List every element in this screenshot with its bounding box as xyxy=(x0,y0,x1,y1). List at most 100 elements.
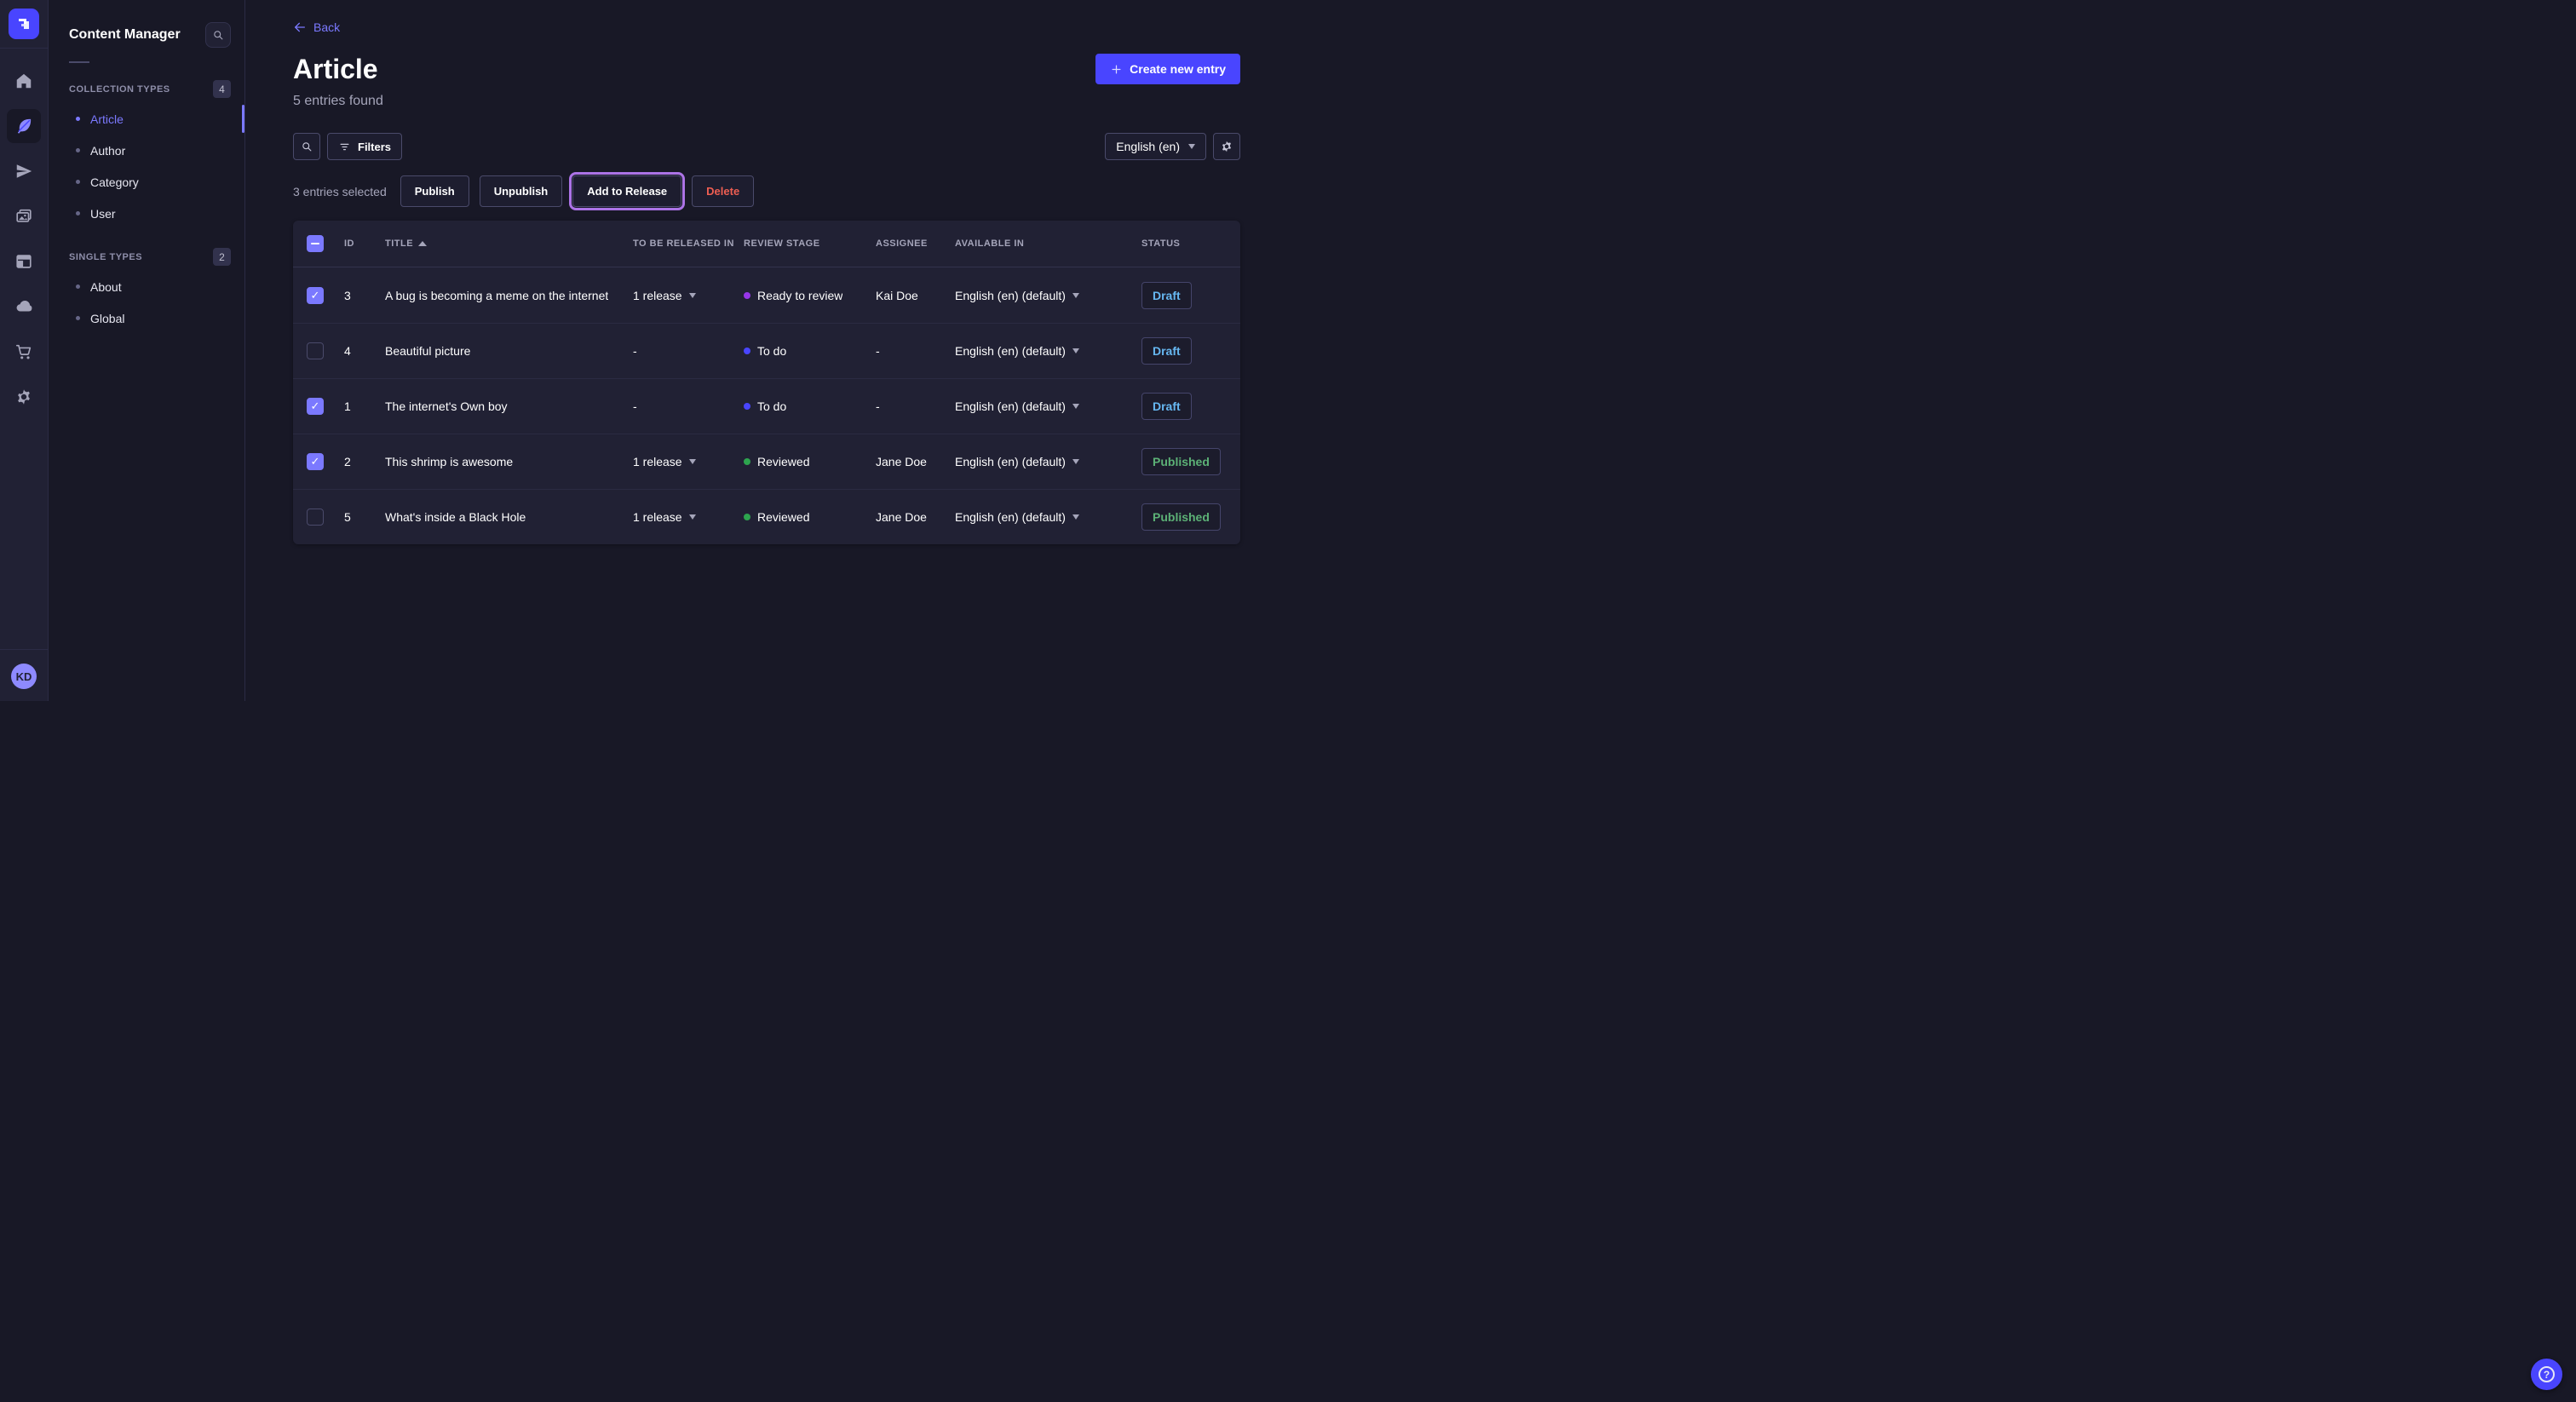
cell-available-in[interactable]: English (en) (default) xyxy=(955,344,1141,358)
cell-release[interactable]: - xyxy=(633,399,744,413)
column-available-in: AVAILABLE IN xyxy=(955,238,1141,249)
filters-button[interactable]: Filters xyxy=(327,133,402,160)
sidebar-search-button[interactable] xyxy=(205,22,231,48)
back-link[interactable]: Back xyxy=(293,20,340,34)
sidebar-item-article[interactable]: Article xyxy=(49,103,244,135)
status-badge: Draft xyxy=(1141,393,1192,420)
cell-release[interactable]: 1 release xyxy=(633,455,744,468)
nav-home-icon[interactable] xyxy=(7,64,41,98)
locale-select[interactable]: English (en) xyxy=(1105,133,1206,160)
rail-divider xyxy=(0,48,49,49)
publish-button[interactable]: Publish xyxy=(400,175,469,207)
cell-id: 3 xyxy=(344,289,385,302)
content-manager-sidebar: Content Manager COLLECTION TYPES 4 Artic… xyxy=(49,0,245,701)
cell-assignee: Kai Doe xyxy=(876,289,955,302)
table-row[interactable]: 5 What's inside a Black Hole 1 release R… xyxy=(293,489,1240,544)
add-to-release-button[interactable]: Add to Release xyxy=(572,175,681,207)
help-button[interactable]: ? xyxy=(2531,1359,2562,1390)
cell-assignee: Jane Doe xyxy=(876,510,955,524)
sort-asc-icon xyxy=(418,241,427,246)
user-avatar[interactable]: KD xyxy=(11,664,37,689)
strapi-logo[interactable] xyxy=(9,9,39,39)
cell-title: What's inside a Black Hole xyxy=(385,510,633,524)
status-badge: Draft xyxy=(1141,282,1192,309)
cell-assignee: Jane Doe xyxy=(876,455,955,468)
single-types-count: 2 xyxy=(213,248,231,266)
cell-id: 1 xyxy=(344,399,385,413)
nav-content-type-builder-icon[interactable] xyxy=(7,244,41,279)
delete-button[interactable]: Delete xyxy=(692,175,754,207)
row-checkbox[interactable] xyxy=(307,509,324,526)
bullet-icon xyxy=(76,148,80,152)
entries-count: 5 entries found xyxy=(293,94,383,109)
cell-available-in[interactable]: English (en) (default) xyxy=(955,510,1141,524)
row-checkbox[interactable] xyxy=(307,287,324,304)
search-button[interactable] xyxy=(293,133,320,160)
column-status: STATUS xyxy=(1141,238,1227,249)
nav-cloud-icon[interactable] xyxy=(7,290,41,324)
row-checkbox[interactable] xyxy=(307,453,324,470)
nav-content-manager-feather-icon[interactable] xyxy=(7,109,41,143)
caret-down-icon xyxy=(1072,459,1079,464)
sidebar-item-category[interactable]: Category xyxy=(49,166,244,198)
sidebar-item-author[interactable]: Author xyxy=(49,135,244,166)
bullet-icon xyxy=(76,284,80,289)
stage-dot-icon xyxy=(744,458,750,465)
create-new-entry-button[interactable]: Create new entry xyxy=(1095,54,1240,84)
sidebar-item-about[interactable]: About xyxy=(49,271,244,302)
table-row[interactable]: 1 The internet's Own boy - To do - Engli… xyxy=(293,378,1240,434)
cell-status: Draft xyxy=(1141,337,1227,365)
plus-icon xyxy=(1110,63,1123,76)
row-checkbox[interactable] xyxy=(307,342,324,359)
cell-available-in[interactable]: English (en) (default) xyxy=(955,399,1141,413)
row-checkbox[interactable] xyxy=(307,398,324,415)
active-indicator xyxy=(242,105,244,133)
cell-status: Published xyxy=(1141,448,1227,475)
search-icon xyxy=(301,141,313,153)
cell-release[interactable]: - xyxy=(633,344,744,358)
collection-types-count: 4 xyxy=(213,80,231,98)
cell-review-stage: To do xyxy=(744,344,876,358)
select-all-checkbox[interactable] xyxy=(307,235,324,252)
bullet-icon xyxy=(76,117,80,121)
caret-down-icon xyxy=(689,514,696,520)
sidebar-item-user[interactable]: User xyxy=(49,198,244,229)
bullet-icon xyxy=(76,180,80,184)
cell-review-stage: Reviewed xyxy=(744,510,876,524)
cell-id: 5 xyxy=(344,510,385,524)
table-row[interactable]: 3 A bug is becoming a meme on the intern… xyxy=(293,267,1240,323)
cell-release[interactable]: 1 release xyxy=(633,510,744,524)
column-id: ID xyxy=(344,238,385,249)
sidebar-item-global[interactable]: Global xyxy=(49,302,244,334)
selected-count-label: 3 entries selected xyxy=(293,185,387,198)
sidebar-title: Content Manager xyxy=(69,27,181,43)
nav-rail: KD xyxy=(0,0,49,701)
caret-down-icon xyxy=(689,293,696,298)
nav-releases-paper-plane-icon[interactable] xyxy=(7,154,41,188)
caret-down-icon xyxy=(1072,514,1079,520)
cell-available-in[interactable]: English (en) (default) xyxy=(955,289,1141,302)
caret-down-icon xyxy=(689,459,696,464)
unpublish-button[interactable]: Unpublish xyxy=(480,175,563,207)
cell-available-in[interactable]: English (en) (default) xyxy=(955,455,1141,468)
nav-media-library-icon[interactable] xyxy=(7,199,41,233)
column-title-sort[interactable]: TITLE xyxy=(385,238,633,249)
back-arrow-icon xyxy=(293,20,307,34)
status-badge: Published xyxy=(1141,448,1221,475)
caret-down-icon xyxy=(1072,348,1079,353)
table-row[interactable]: 2 This shrimp is awesome 1 release Revie… xyxy=(293,434,1240,489)
caret-down-icon xyxy=(1072,404,1079,409)
table-body: 3 A bug is becoming a meme on the intern… xyxy=(293,267,1240,544)
filter-icon xyxy=(338,141,351,153)
nav-settings-gear-icon[interactable] xyxy=(7,380,41,414)
nav-marketplace-cart-icon[interactable] xyxy=(7,335,41,369)
column-release: TO BE RELEASED IN xyxy=(633,238,744,249)
view-settings-button[interactable] xyxy=(1213,133,1240,160)
entries-table: ID TITLE TO BE RELEASED IN REVIEW STAGE … xyxy=(293,221,1240,544)
sidebar-divider xyxy=(69,61,89,63)
cell-title: This shrimp is awesome xyxy=(385,455,633,468)
cell-release[interactable]: 1 release xyxy=(633,289,744,302)
stage-dot-icon xyxy=(744,292,750,299)
table-row[interactable]: 4 Beautiful picture - To do - English (e… xyxy=(293,323,1240,378)
table-header-row: ID TITLE TO BE RELEASED IN REVIEW STAGE … xyxy=(293,221,1240,267)
